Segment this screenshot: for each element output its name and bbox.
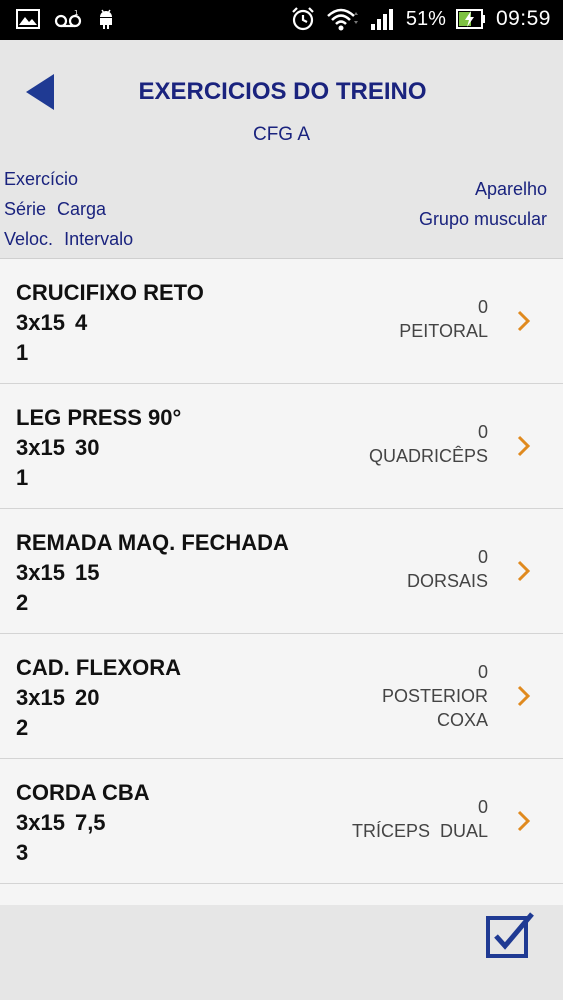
- chevron-right-icon: [517, 810, 531, 832]
- exercise-info: LEG PRESS 90° 3x15 30 1: [16, 403, 181, 493]
- serie: 3x15: [16, 560, 65, 585]
- veloc: 2: [16, 715, 29, 740]
- list-item[interactable]: REMADA MAQ. FECHADA 3x15 15 2 0 DORSAIS: [0, 509, 563, 634]
- exercise-info: REMADA MAQ. FECHADA 3x15 15 2: [16, 528, 289, 618]
- header: EXERCICIOS DO TREINO CFG A Exercício Sér…: [0, 40, 563, 258]
- veloc: 1: [16, 465, 29, 490]
- exercise-name: CORDA CBA: [16, 780, 150, 805]
- carga: 30: [74, 435, 100, 460]
- workout-name: CFG A: [252, 124, 310, 145]
- exercise-info: CAD. FLEXORA 3x15 20 2: [16, 653, 181, 743]
- voicemail-icon: 1: [54, 9, 82, 28]
- exercise-meta: 0 PEITORAL: [399, 295, 488, 343]
- serie-carga: 3x15 7,5: [16, 808, 150, 838]
- aparelho: 0: [477, 422, 488, 442]
- legend-right: Aparelho Grupo muscular: [419, 174, 547, 234]
- serie-carga: 3x15 15: [16, 558, 289, 588]
- serie: 3x15: [16, 685, 65, 710]
- alarm-icon: [292, 7, 314, 31]
- grupo-muscular-line2: COXA: [436, 710, 488, 730]
- grupo-muscular: POSTERIOR: [381, 686, 488, 706]
- serie: 3x15: [16, 810, 65, 835]
- carga: 4: [74, 310, 88, 335]
- signal-icon: [370, 9, 393, 30]
- serie-carga: 3x15 20: [16, 683, 181, 713]
- serie: 3x15: [16, 310, 65, 335]
- exercise-meta: 0 TRÍCEPS DUAL: [352, 795, 488, 843]
- grupo-muscular: QUADRICÊPS: [368, 446, 488, 466]
- aparelho: 0: [477, 547, 488, 567]
- legend-left: Exercício Série Carga Veloc. Intervalo: [4, 164, 133, 254]
- battery-charging-icon: [455, 9, 485, 29]
- grupo-muscular: TRÍCEPS DUAL: [351, 821, 488, 841]
- legend-serie-carga: Série Carga: [4, 194, 133, 224]
- serie-carga: 3x15 30: [16, 433, 181, 463]
- veloc: 1: [16, 340, 29, 365]
- exercise-list: CRUCIFIXO RETO 3x15 4 1 0 PEITORAL LEG PR…: [0, 258, 563, 908]
- exercise-info: CORDA CBA 3x15 7,5 3: [16, 778, 150, 868]
- status-bar: 1 51% 09:59: [0, 0, 563, 40]
- list-item[interactable]: LEG PRESS 90° 3x15 30 1 0 QUADRICÊPS: [0, 384, 563, 509]
- exercise-meta: 0 POSTERIOR COXA: [382, 660, 488, 732]
- aparelho: 0: [477, 662, 488, 682]
- legend-exercicio: Exercício: [4, 169, 79, 189]
- list-item[interactable]: CORDA CBA 3x15 7,5 3 0 TRÍCEPS DUAL: [0, 759, 563, 884]
- exercise-name: CRUCIFIXO RETO: [16, 280, 204, 305]
- android-icon: [100, 9, 112, 29]
- clock: 09:59: [495, 7, 551, 30]
- list-item[interactable]: CRUCIFIXO RETO 3x15 4 1 0 PEITORAL: [0, 259, 563, 384]
- legend-serie: Série: [4, 199, 47, 219]
- status-right-icons: 51% 09:59: [290, 6, 551, 32]
- veloc: 2: [16, 590, 29, 615]
- legend-aparelho: Aparelho: [474, 179, 547, 199]
- exercise-meta: 0 QUADRICÊPS: [369, 420, 488, 468]
- svg-text:1: 1: [74, 9, 78, 17]
- wifi-icon: [327, 8, 358, 31]
- status-left-icons: 1: [16, 8, 116, 30]
- legend-carga: Carga: [57, 199, 107, 219]
- exercise-meta: 0 DORSAIS: [407, 545, 488, 593]
- gallery-icon: [16, 9, 40, 29]
- legend-veloc: Veloc.: [4, 229, 54, 249]
- battery-percent: 51%: [405, 7, 446, 30]
- chevron-right-icon: [517, 560, 531, 582]
- serie-carga: 3x15 4: [16, 308, 204, 338]
- exercise-info: CRUCIFIXO RETO 3x15 4 1: [16, 278, 204, 368]
- carga: 20: [74, 685, 100, 710]
- chevron-right-icon: [517, 310, 531, 332]
- list-item[interactable]: CAD. FLEXORA 3x15 20 2 0 POSTERIOR COXA: [0, 634, 563, 759]
- checkbox-checked-icon[interactable]: [485, 909, 537, 961]
- exercise-name: CAD. FLEXORA: [16, 655, 181, 680]
- serie: 3x15: [16, 435, 65, 460]
- exercise-name: REMADA MAQ. FECHADA: [16, 530, 289, 555]
- aparelho: 0: [477, 797, 488, 817]
- chevron-right-icon: [517, 685, 531, 707]
- grupo-muscular: PEITORAL: [399, 321, 488, 341]
- exercise-name: LEG PRESS 90°: [16, 405, 182, 430]
- legend-grupo-muscular: Grupo muscular: [418, 209, 547, 229]
- legend-veloc-intervalo: Veloc. Intervalo: [4, 224, 133, 254]
- carga: 7,5: [74, 810, 106, 835]
- footer: [0, 905, 563, 1000]
- aparelho: 0: [477, 297, 488, 317]
- page-title: EXERCICIOS DO TREINO: [138, 78, 427, 105]
- grupo-muscular: DORSAIS: [406, 571, 488, 591]
- legend-intervalo: Intervalo: [64, 229, 134, 249]
- chevron-right-icon: [517, 435, 531, 457]
- veloc: 3: [16, 840, 29, 865]
- carga: 15: [74, 560, 100, 585]
